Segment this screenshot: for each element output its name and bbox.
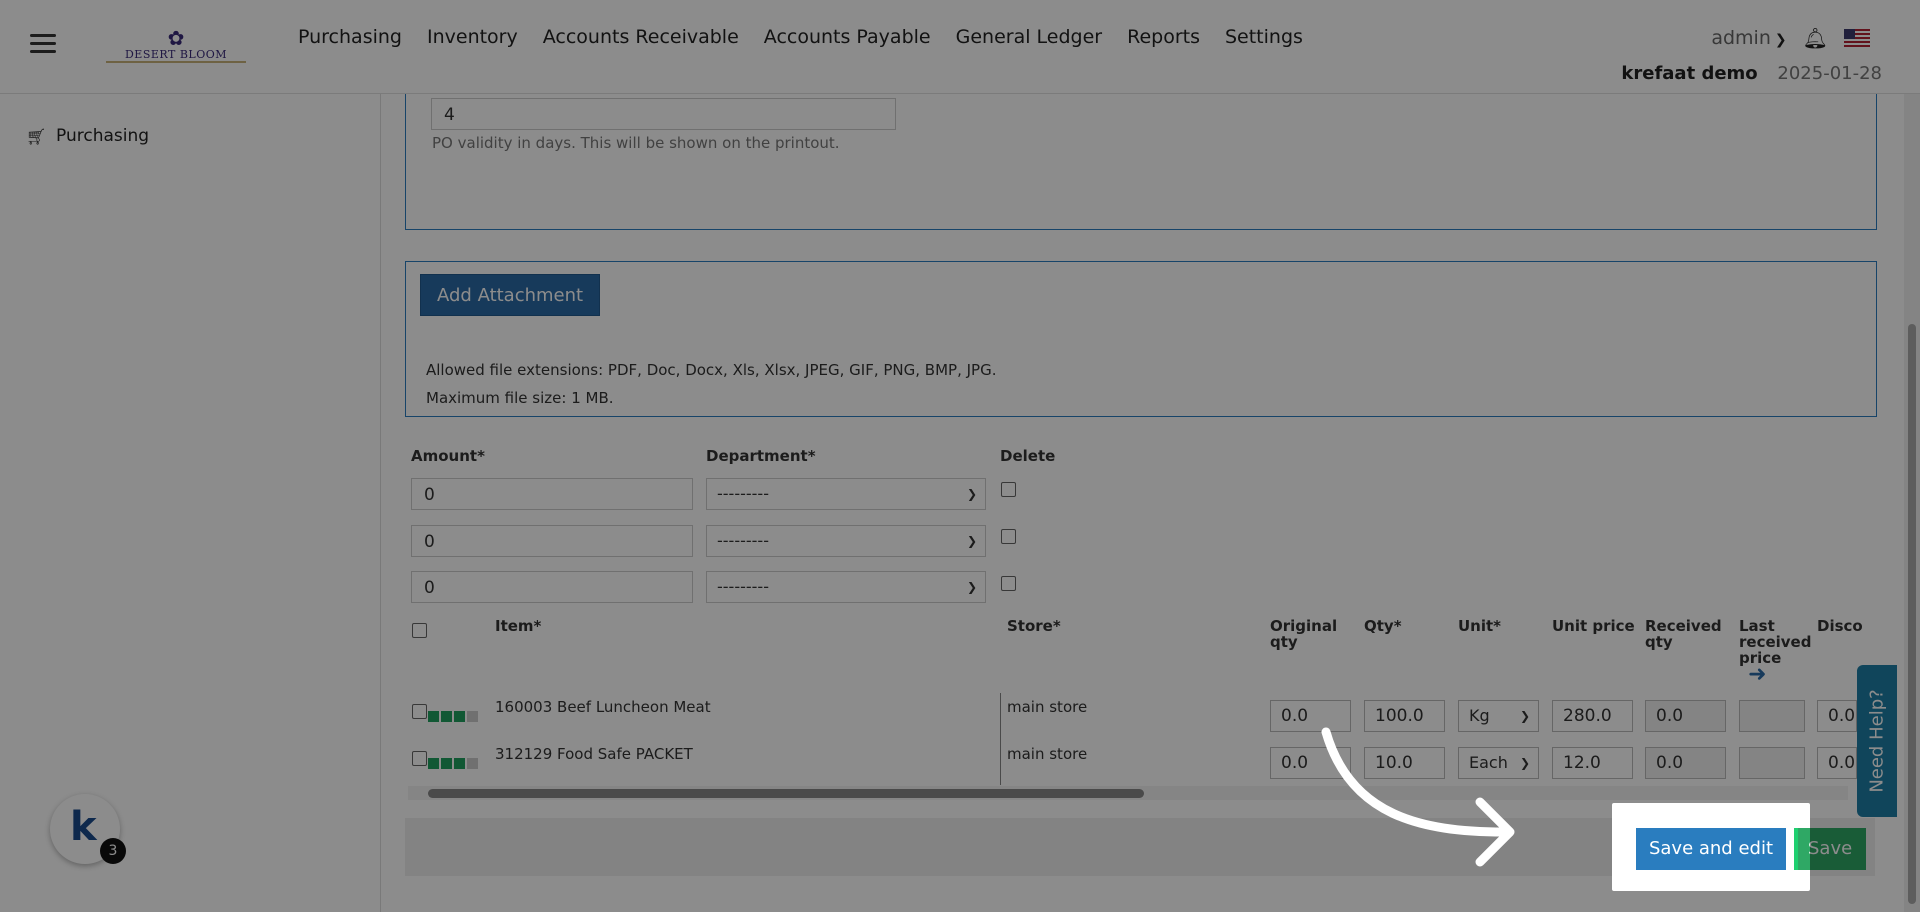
unit-price-header: Unit price (1552, 617, 1635, 635)
sidebar-item-purchasing[interactable]: 🛒︎ Purchasing (26, 126, 149, 146)
last-received-price-field (1739, 747, 1805, 779)
nav-reports[interactable]: Reports (1127, 26, 1200, 48)
nav-inventory[interactable]: Inventory (427, 26, 518, 48)
user-area: admin ❯ 🔔︎ (1711, 26, 1870, 50)
qty-header: Qty* (1364, 617, 1402, 635)
chevron-down-icon: ❯ (966, 534, 977, 548)
logo-text: DESERT BLOOM (106, 48, 246, 63)
stock-level-indicator (428, 711, 478, 722)
company-logo[interactable]: ✿ DESERT BLOOM (106, 26, 246, 63)
validity-days-input[interactable]: 4 (431, 98, 896, 130)
amount-input[interactable]: 0 (411, 525, 693, 557)
received-qty-field: 0.0 (1645, 700, 1726, 732)
user-name: admin (1711, 27, 1771, 49)
session-date: 2025-01-28 (1777, 63, 1882, 84)
amount-header: Amount* (411, 447, 485, 465)
unit-price-input[interactable]: 12.0 (1552, 747, 1633, 779)
item-name: 160003 Beef Luncheon Meat (495, 698, 711, 716)
store-name: main store (1007, 698, 1088, 716)
scrollbar-thumb[interactable] (1908, 324, 1916, 904)
attachment-panel (405, 261, 1877, 417)
chevron-down-icon: ❯ (966, 487, 977, 501)
horizontal-scrollbar[interactable] (408, 786, 1848, 800)
us-flag-icon[interactable] (1844, 29, 1870, 47)
vertical-scrollbar[interactable] (1904, 94, 1920, 912)
scrollbar-thumb[interactable] (428, 789, 1144, 798)
row-checkbox[interactable] (412, 704, 427, 719)
save-button[interactable]: Save (1794, 828, 1866, 870)
department-select[interactable]: --------- ❯ (706, 525, 986, 557)
nav-accounts-payable[interactable]: Accounts Payable (764, 26, 931, 48)
column-divider (1000, 693, 1001, 785)
nav-general-ledger[interactable]: General Ledger (956, 26, 1102, 48)
item-header: Item* (495, 617, 542, 635)
sidebar: 🛒︎ Purchasing (0, 94, 381, 912)
need-help-tab[interactable]: Need Help? (1857, 665, 1897, 817)
department-header: Department* (706, 447, 816, 465)
amount-input[interactable]: 0 (411, 478, 693, 510)
delete-checkbox[interactable] (1001, 482, 1016, 497)
tutorial-arrow-icon (1321, 727, 1515, 867)
validity-help-text: PO validity in days. This will be shown … (432, 134, 840, 152)
assistant-launcher[interactable]: k 3 (50, 794, 126, 864)
received-qty-header: Received qty (1645, 617, 1722, 651)
discount-header: Disco (1817, 617, 1863, 635)
arrow-right-icon[interactable]: ➜ (1748, 662, 1766, 687)
select-all-checkbox[interactable] (412, 623, 427, 638)
flower-icon: ✿ (167, 26, 185, 50)
item-name: 312129 Food Safe PACKET (495, 745, 693, 763)
delete-checkbox[interactable] (1001, 576, 1016, 591)
discount-input[interactable]: 0.0 (1817, 700, 1857, 732)
stock-level-indicator (428, 758, 478, 769)
last-received-price-header: Last received price (1739, 617, 1812, 667)
sidebar-item-label: Purchasing (56, 126, 150, 146)
received-qty-field: 0.0 (1645, 747, 1726, 779)
delete-checkbox[interactable] (1001, 529, 1016, 544)
chevron-down-icon: ❯ (966, 580, 977, 594)
department-select[interactable]: --------- ❯ (706, 571, 986, 603)
row-checkbox[interactable] (412, 751, 427, 766)
amount-input[interactable]: 0 (411, 571, 693, 603)
discount-input[interactable]: 0.0 (1817, 747, 1857, 779)
cart-icon: 🛒︎ (26, 127, 47, 146)
nav-settings[interactable]: Settings (1225, 26, 1303, 48)
k-logo-icon: k (70, 804, 97, 850)
bell-icon[interactable]: 🔔︎ (1803, 26, 1828, 50)
company-name: krefaat demo (1621, 63, 1758, 84)
unit-header: Unit* (1458, 617, 1502, 635)
company-row: krefaat demo 2025-01-28 (1621, 63, 1882, 84)
original-qty-header: Original qty (1270, 617, 1338, 651)
notification-count-badge: 3 (100, 838, 126, 864)
max-file-size-text: Maximum file size: 1 MB. (426, 389, 614, 407)
last-received-price-field (1739, 700, 1805, 732)
delete-header: Delete (1000, 447, 1056, 465)
add-attachment-button[interactable]: Add Attachment (420, 274, 601, 316)
store-header: Store* (1007, 617, 1061, 635)
main-nav: Purchasing Inventory Accounts Receivable… (298, 26, 1328, 48)
chevron-down-icon: ❯ (1774, 32, 1787, 48)
menu-icon[interactable] (30, 34, 56, 54)
user-menu[interactable]: admin ❯ (1711, 27, 1786, 49)
store-name: main store (1007, 745, 1088, 763)
top-bar: ✿ DESERT BLOOM Purchasing Inventory Acco… (0, 0, 1920, 94)
unit-price-input[interactable]: 280.0 (1552, 700, 1633, 732)
nav-purchasing[interactable]: Purchasing (298, 26, 402, 48)
save-and-edit-button[interactable]: Save and edit (1636, 828, 1786, 870)
nav-accounts-receivable[interactable]: Accounts Receivable (543, 26, 739, 48)
department-select[interactable]: --------- ❯ (706, 478, 986, 510)
allowed-extensions-text: Allowed file extensions: PDF, Doc, Docx,… (426, 361, 997, 379)
